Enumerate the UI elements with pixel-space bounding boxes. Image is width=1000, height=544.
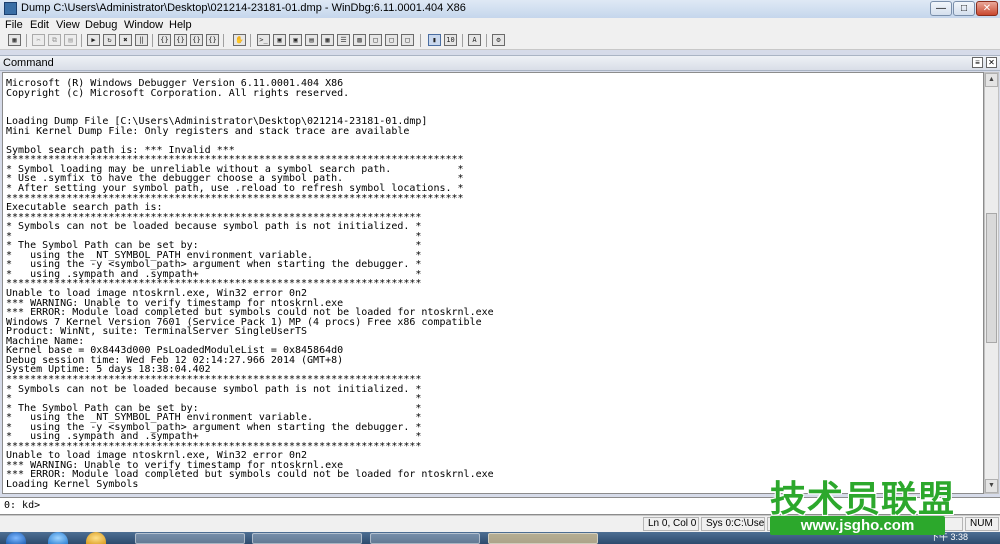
minimize-button[interactable]: —	[930, 1, 952, 16]
title-bar: Dump C:\Users\Administrator\Desktop\0212…	[0, 0, 1000, 19]
status-bar: Ln 0, Col 0 Sys 0:C:\User NUM	[0, 515, 1000, 533]
close-icon: ✕	[988, 58, 995, 67]
window-menu-icon: ≡	[975, 58, 980, 67]
toolbar-separator	[250, 34, 251, 47]
close-icon: ✕	[982, 3, 992, 14]
command-window-header: Command ≡ ✕	[0, 55, 1000, 71]
menu-bar: File Edit View Debug Window Help	[0, 18, 1000, 32]
call-stack-icon[interactable]: ☰	[337, 34, 350, 46]
copy-icon[interactable]: ⧉	[48, 34, 61, 46]
watch-window-icon[interactable]: ▣	[273, 34, 286, 46]
command-window-menu-button[interactable]: ≡	[972, 57, 983, 68]
toolbar-separator	[486, 34, 487, 47]
break-icon[interactable]: ‖	[135, 34, 148, 46]
close-button[interactable]: ✕	[976, 1, 998, 16]
command-window-icon[interactable]: >_	[257, 34, 270, 46]
status-asm	[851, 517, 891, 531]
status-proc	[767, 517, 807, 531]
windows-taskbar: 下午 3:38	[0, 532, 1000, 544]
locals-window-icon[interactable]: ▣	[289, 34, 302, 46]
hex-mode-icon[interactable]: 10	[444, 34, 457, 46]
command-input-bar: 0: kd>	[0, 497, 1000, 515]
step-out-icon[interactable]: {}	[190, 34, 203, 46]
status-message-area	[0, 517, 640, 531]
registers-window-icon[interactable]: ▤	[305, 34, 318, 46]
status-thrd	[809, 517, 849, 531]
toolbar-separator	[26, 34, 27, 47]
stop-debugging-icon[interactable]: ✖	[119, 34, 132, 46]
run-to-cursor-icon[interactable]: {}	[206, 34, 219, 46]
memory-window-icon[interactable]: ▦	[321, 34, 334, 46]
font-icon[interactable]: A	[468, 34, 481, 46]
status-line-col: Ln 0, Col 0	[643, 517, 699, 531]
toolbar-separator	[152, 34, 153, 47]
toolbar-separator	[462, 34, 463, 47]
toolbar: ▦ ✂ ⧉ ▤ ▶ ↻ ✖ ‖ {} {} {} {} ✋ >_ ▣ ▣ ▤ ▦…	[0, 32, 1000, 50]
scroll-down-button[interactable]: ▼	[985, 479, 998, 493]
toolbar-separator	[420, 34, 421, 47]
scratch-pad-icon[interactable]: □	[369, 34, 382, 46]
taskbar-item-1[interactable]	[135, 533, 245, 544]
command-window-close-button[interactable]: ✕	[986, 57, 997, 68]
process-thread-icon[interactable]: □	[401, 34, 414, 46]
menu-debug[interactable]: Debug	[85, 18, 117, 32]
kd-prompt: 0: kd>	[4, 500, 41, 511]
toolbar-separator	[223, 34, 224, 47]
cut-icon[interactable]: ✂	[32, 34, 45, 46]
command-input[interactable]	[46, 498, 996, 513]
source-mode-icon[interactable]: ▮	[428, 34, 441, 46]
maximize-button[interactable]: □	[953, 1, 975, 16]
breakpoint-icon[interactable]: ✋	[233, 34, 246, 46]
start-button[interactable]	[6, 532, 26, 544]
arrow-up-icon: ▲	[988, 76, 995, 83]
go-icon[interactable]: ▶	[87, 34, 100, 46]
paste-icon[interactable]: ▤	[64, 34, 77, 46]
minimize-icon: —	[936, 3, 946, 14]
menu-view[interactable]: View	[56, 18, 80, 32]
arrow-down-icon: ▼	[988, 482, 995, 489]
command-window-title: Command	[3, 57, 54, 69]
command-output-text: Microsoft (R) Windows Debugger Version 6…	[6, 78, 494, 490]
options-icon[interactable]: ⚙	[492, 34, 505, 46]
menu-window[interactable]: Window	[124, 18, 163, 32]
taskbar-clock[interactable]: 下午 3:38	[930, 532, 968, 543]
step-over-icon[interactable]: {}	[174, 34, 187, 46]
menu-help[interactable]: Help	[169, 18, 192, 32]
taskbar-item-4[interactable]	[488, 533, 598, 544]
scroll-up-button[interactable]: ▲	[985, 73, 998, 87]
status-num: NUM	[965, 517, 999, 531]
menu-edit[interactable]: Edit	[30, 18, 49, 32]
maximize-icon: □	[960, 3, 968, 14]
disassembly-icon[interactable]: ▧	[353, 34, 366, 46]
status-ovr	[893, 517, 935, 531]
status-sys: Sys 0:C:\User	[701, 517, 765, 531]
restart-icon[interactable]: ↻	[103, 34, 116, 46]
taskbar-item-2[interactable]	[252, 533, 362, 544]
status-caps	[937, 517, 963, 531]
window-title: Dump C:\Users\Administrator\Desktop\0212…	[21, 2, 466, 14]
output-vertical-scrollbar[interactable]: ▲ ▼	[984, 72, 999, 494]
scroll-thumb[interactable]	[986, 213, 997, 343]
source-window-icon[interactable]: □	[385, 34, 398, 46]
explorer-icon[interactable]	[86, 532, 106, 544]
command-output-pane[interactable]: Microsoft (R) Windows Debugger Version 6…	[2, 72, 984, 494]
open-icon[interactable]: ▦	[8, 34, 21, 46]
ie-icon[interactable]	[48, 532, 68, 544]
windbg-app-icon[interactable]	[4, 2, 17, 15]
menu-file[interactable]: File	[5, 18, 23, 32]
toolbar-separator	[81, 34, 82, 47]
taskbar-item-windbg[interactable]	[370, 533, 480, 544]
step-into-icon[interactable]: {}	[158, 34, 171, 46]
